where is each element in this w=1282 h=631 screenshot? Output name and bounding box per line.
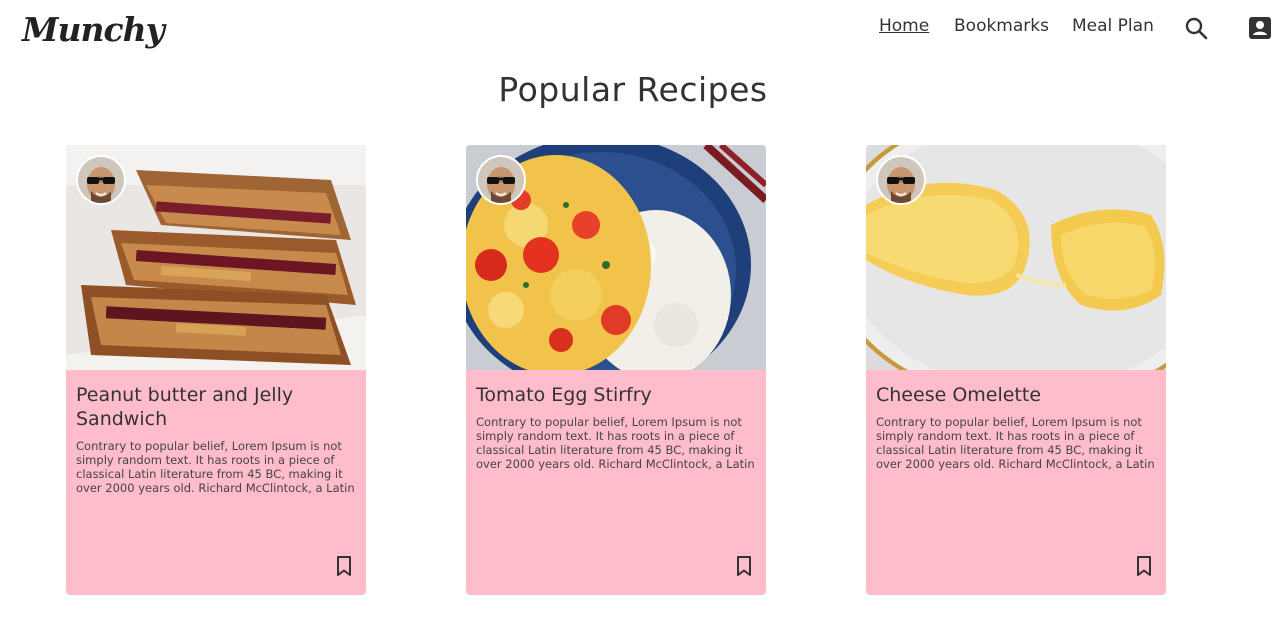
page-title: Popular Recipes	[498, 70, 768, 109]
recipe-description: Contrary to popular belief, Lorem Ipsum …	[876, 415, 1155, 471]
logo[interactable]: Munchy	[22, 10, 165, 49]
search-icon[interactable]	[1184, 16, 1208, 40]
recipe-card[interactable]: Tomato Egg Stirfry Contrary to popular b…	[466, 145, 766, 595]
nav-meal-plan[interactable]: Meal Plan	[1072, 14, 1154, 38]
nav-bookmarks[interactable]: Bookmarks	[954, 14, 1049, 38]
card-body: Cheese Omelette Contrary to popular beli…	[876, 383, 1158, 471]
nav-home[interactable]: Home	[879, 14, 929, 38]
recipe-description: Contrary to popular belief, Lorem Ipsum …	[76, 439, 355, 495]
bookmark-icon[interactable]	[734, 555, 754, 577]
author-avatar[interactable]	[476, 155, 526, 205]
recipe-title[interactable]: Peanut butter and Jelly Sandwich	[76, 383, 358, 431]
account-icon[interactable]	[1248, 16, 1272, 40]
card-body: Peanut butter and Jelly Sandwich Contrar…	[76, 383, 358, 495]
recipe-title[interactable]: Cheese Omelette	[876, 383, 1158, 407]
card-body: Tomato Egg Stirfry Contrary to popular b…	[476, 383, 758, 471]
recipe-card[interactable]: Peanut butter and Jelly Sandwich Contrar…	[66, 145, 366, 595]
recipe-card[interactable]: Cheese Omelette Contrary to popular beli…	[866, 145, 1166, 595]
recipe-title[interactable]: Tomato Egg Stirfry	[476, 383, 758, 407]
bookmark-icon[interactable]	[1134, 555, 1154, 577]
author-avatar[interactable]	[76, 155, 126, 205]
author-avatar[interactable]	[876, 155, 926, 205]
recipe-description: Contrary to popular belief, Lorem Ipsum …	[476, 415, 755, 471]
bookmark-icon[interactable]	[334, 555, 354, 577]
